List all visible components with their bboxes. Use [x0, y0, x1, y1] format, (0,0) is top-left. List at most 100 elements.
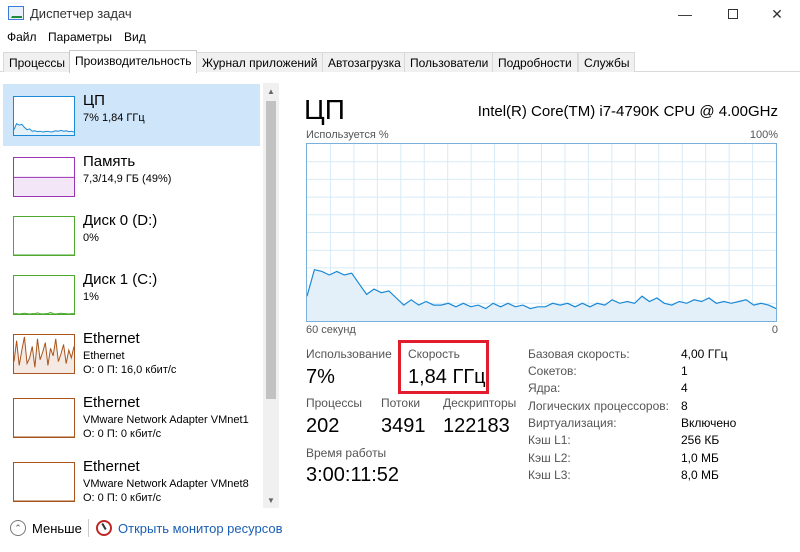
tab-bar: Процессы Производительность Журнал прило…	[0, 50, 800, 73]
tab-startup[interactable]: Автозагрузка	[322, 52, 407, 72]
close-button[interactable]: ✕	[754, 0, 800, 28]
resource-list: ЦП 7% 1,84 ГГц Память 7,3/14,9 ГБ (49%) …	[0, 78, 262, 510]
virtualization-value: Включено	[681, 416, 737, 430]
l3-cache-value: 8,0 МБ	[681, 468, 719, 482]
menu-file[interactable]: Файл	[7, 30, 37, 44]
menu-options[interactable]: Параметры	[48, 30, 112, 44]
fewer-details-button[interactable]: Меньше	[32, 521, 82, 536]
sidebar-item-disk1[interactable]: Диск 1 (C:) 1%	[3, 263, 260, 325]
sidebar-item-throughput: О: 0 П: 0 кбит/с	[83, 428, 162, 440]
menu-bar: Файл Параметры Вид	[0, 28, 800, 48]
chevron-up-icon[interactable]: ⌃	[10, 520, 26, 536]
scroll-up-icon[interactable]: ▲	[263, 83, 279, 99]
cpu-model: Intel(R) Core(TM) i7-4790K CPU @ 4.00GHz	[477, 103, 778, 120]
vmnet1-thumbnail-graph	[14, 436, 74, 437]
tab-processes[interactable]: Процессы	[3, 52, 72, 72]
sidebar-item-label: Память	[83, 153, 136, 170]
vmnet8-thumbnail-graph	[14, 500, 74, 501]
sidebar-item-label: Ethernet	[83, 394, 140, 411]
sidebar-item-detail: 7% 1,84 ГГц	[83, 112, 145, 124]
sockets-value: 1	[681, 364, 688, 378]
usage-label: Использование	[306, 347, 392, 361]
sidebar-scrollbar[interactable]: ▲ ▼	[263, 83, 279, 508]
sidebar-item-vmnet1[interactable]: Ethernet VMware Network Adapter VMnet1 О…	[3, 386, 260, 448]
maximize-button[interactable]	[710, 0, 756, 28]
handles-label: Дескрипторы	[443, 396, 517, 410]
l2-cache-label: Кэш L2:	[528, 451, 571, 465]
sidebar-item-vmnet8[interactable]: Ethernet VMware Network Adapter VMnet8 О…	[3, 450, 260, 510]
sidebar-item-throughput: О: 0 П: 16,0 кбит/с	[83, 364, 177, 376]
vmnet8-thumbnail	[13, 462, 75, 502]
minimize-button[interactable]: —	[662, 0, 708, 28]
footer-bar: ⌃ Меньше Открыть монитор ресурсов	[0, 512, 800, 552]
disk1-thumbnail-line	[14, 311, 74, 314]
sidebar-item-memory[interactable]: Память 7,3/14,9 ГБ (49%)	[3, 145, 260, 207]
graph-x-end: 0	[771, 324, 778, 336]
threads-value: 3491	[381, 415, 426, 437]
menu-view[interactable]: Вид	[124, 30, 146, 44]
tab-users[interactable]: Пользователи	[404, 52, 495, 72]
uptime-value: 3:00:11:52	[306, 464, 400, 486]
sidebar-item-disk0[interactable]: Диск 0 (D:) 0%	[3, 204, 260, 266]
resource-monitor-icon	[96, 520, 112, 536]
l1-cache-value: 256 КБ	[681, 433, 720, 447]
tab-details[interactable]: Подробности	[492, 52, 578, 72]
disk1-thumbnail-graph	[14, 311, 74, 314]
cpu-usage-graph-svg	[307, 144, 776, 321]
l2-cache-value: 1,0 МБ	[681, 451, 719, 465]
speed-value: 1,84 ГГц	[408, 366, 486, 388]
memory-thumbnail-area	[14, 177, 74, 196]
disk0-thumbnail-graph	[14, 254, 74, 255]
sidebar-item-label: ЦП	[83, 92, 105, 109]
cores-label: Ядра:	[528, 381, 561, 395]
cpu-thumbnail	[13, 96, 75, 136]
disk0-thumbnail	[13, 216, 75, 256]
threads-label: Потоки	[381, 396, 421, 410]
sidebar-item-label: Ethernet	[83, 330, 140, 347]
sockets-label: Сокетов:	[528, 364, 577, 378]
graph-x-label: 60 секунд	[306, 324, 356, 336]
cores-value: 4	[681, 381, 688, 395]
logical-processors-label: Логических процессоров:	[528, 399, 669, 413]
sidebar-item-label: Диск 1 (C:)	[83, 271, 158, 288]
sidebar-item-label: Диск 0 (D:)	[83, 212, 158, 229]
sidebar-item-detail: Ethernet	[83, 350, 125, 362]
memory-thumbnail-graph	[14, 176, 74, 196]
cpu-details-panel: ЦП Intel(R) Core(TM) i7-4790K CPU @ 4.00…	[290, 78, 790, 508]
scroll-down-icon[interactable]: ▼	[263, 492, 279, 508]
sidebar-item-detail: VMware Network Adapter VMnet8	[83, 478, 249, 490]
usage-value: 7%	[306, 366, 335, 388]
ethernet-thumbnail-graph	[14, 336, 74, 373]
maximize-icon	[728, 9, 738, 19]
tab-services[interactable]: Службы	[578, 52, 636, 72]
virtualization-label: Виртуализация:	[528, 416, 617, 430]
sidebar-item-detail: VMware Network Adapter VMnet1	[83, 414, 249, 426]
title-bar: Диспетчер задач — ✕	[0, 0, 800, 28]
processes-label: Процессы	[306, 396, 363, 410]
logical-processors-value: 8	[681, 399, 688, 413]
sidebar-item-detail: 0%	[83, 232, 99, 244]
tab-performance[interactable]: Производительность	[69, 50, 198, 73]
vmnet1-thumbnail	[13, 398, 75, 438]
speed-label: Скорость	[408, 347, 460, 361]
cpu-thumbnail-graph	[14, 122, 74, 135]
open-resource-monitor-link[interactable]: Открыть монитор ресурсов	[118, 521, 282, 536]
graph-y-max: 100%	[749, 129, 778, 141]
sidebar-item-throughput: О: 0 П: 0 кбит/с	[83, 492, 162, 504]
page-title: ЦП	[304, 94, 345, 125]
memory-thumbnail	[13, 157, 75, 197]
task-manager-icon	[8, 6, 24, 20]
handles-value: 122183	[443, 415, 510, 437]
ethernet-thumbnail	[13, 334, 75, 374]
window-title: Диспетчер задач	[30, 6, 132, 21]
sidebar-item-cpu[interactable]: ЦП 7% 1,84 ГГц	[3, 84, 260, 146]
scroll-thumb[interactable]	[266, 101, 276, 399]
base-speed-value: 4,00 ГГц	[681, 347, 728, 361]
sidebar-item-ethernet[interactable]: Ethernet Ethernet О: 0 П: 16,0 кбит/с	[3, 322, 260, 384]
l1-cache-label: Кэш L1:	[528, 433, 571, 447]
sidebar-item-detail: 1%	[83, 291, 99, 303]
footer-divider	[88, 519, 89, 537]
processes-value: 202	[306, 415, 340, 437]
tab-app-history[interactable]: Журнал приложений	[196, 52, 324, 72]
uptime-label: Время работы	[306, 446, 387, 460]
